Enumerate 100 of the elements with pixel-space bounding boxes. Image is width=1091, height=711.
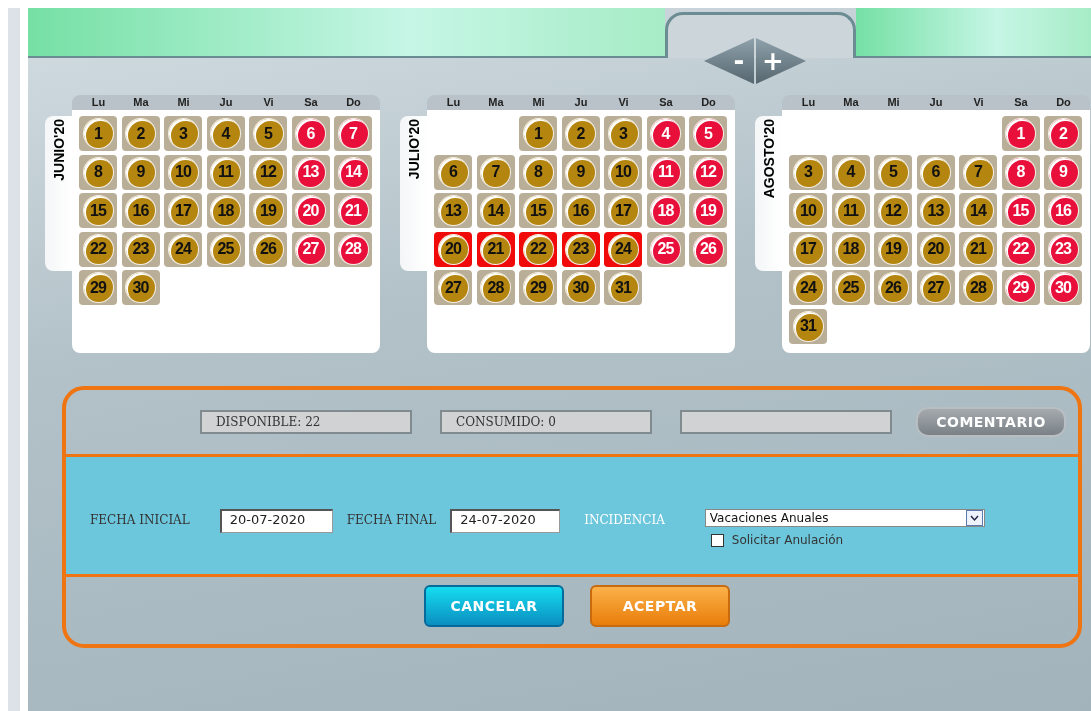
day-cell[interactable]: 26 [249,231,287,267]
day-cell[interactable]: 28 [959,270,997,305]
day-cell[interactable]: 14 [334,154,372,190]
day-cell[interactable]: 1 [79,116,117,151]
day-cell[interactable]: 18 [206,193,245,228]
day-cell[interactable]: 30 [1044,270,1082,305]
day-cell[interactable]: 12 [874,193,912,228]
day-cell[interactable]: 9 [561,154,600,190]
day-cell[interactable]: 7 [334,116,372,151]
day-cell[interactable]: 31 [604,270,642,305]
day-cell[interactable]: 20 [916,231,955,267]
day-cell[interactable]: 10 [789,193,827,228]
day-cell[interactable]: 19 [874,231,912,267]
day-cell[interactable]: 9 [1044,154,1082,190]
day-cell[interactable]: 16 [1044,193,1082,228]
day-cell[interactable]: 21 [959,231,997,267]
day-cell[interactable]: 6 [291,116,330,151]
day-cell[interactable]: 17 [789,231,827,267]
day-cell[interactable]: 28 [476,270,515,305]
day-cell[interactable]: 15 [519,193,557,228]
day-cell[interactable]: 11 [646,154,685,190]
day-cell[interactable]: 30 [121,270,160,305]
day-cell[interactable]: 24 [164,231,202,267]
day-cell[interactable]: 28 [334,231,372,267]
day-cell[interactable]: 2 [1044,116,1082,151]
day-cell[interactable]: 17 [164,193,202,228]
day-cell[interactable]: 1 [519,116,557,151]
day-cell[interactable]: 11 [206,154,245,190]
comment-button[interactable]: COMENTARIO [916,407,1066,437]
day-cell[interactable]: 14 [476,193,515,228]
day-cell[interactable]: 19 [689,193,727,228]
day-cell[interactable]: 20 [434,231,472,267]
day-cell[interactable]: 2 [561,116,600,151]
day-cell[interactable]: 6 [434,154,472,190]
day-cell[interactable]: 12 [249,154,287,190]
day-cell[interactable]: 19 [249,193,287,228]
day-cell[interactable]: 7 [476,154,515,190]
day-cell[interactable]: 11 [831,193,870,228]
day-cell[interactable]: 21 [476,231,515,267]
day-cell[interactable]: 22 [79,231,117,267]
day-cell[interactable]: 4 [831,154,870,190]
day-cell[interactable]: 3 [164,116,202,151]
day-cell[interactable]: 25 [206,231,245,267]
day-cell[interactable]: 26 [689,231,727,267]
day-cell[interactable]: 8 [79,154,117,190]
checkbox[interactable] [710,533,724,547]
day-cell[interactable]: 22 [519,231,557,267]
day-cell[interactable]: 27 [291,231,330,267]
day-cell[interactable]: 10 [604,154,642,190]
date-field[interactable]: 20-07-2020 [219,509,333,533]
day-cell[interactable]: 23 [121,231,160,267]
weekday-label: Sa [658,95,674,110]
day-cell[interactable]: 27 [434,270,472,305]
day-cell[interactable]: 1 [1001,116,1040,151]
day-cell[interactable]: 26 [874,270,912,305]
day-cell[interactable]: 20 [291,193,330,228]
day-cell[interactable]: 9 [121,154,160,190]
day-cell[interactable]: 23 [561,231,600,267]
day-cell[interactable]: 16 [121,193,160,228]
weekday-label: Lu [445,95,462,110]
day-cell[interactable]: 5 [874,154,912,190]
day-cell[interactable]: 8 [519,154,557,190]
day-cell[interactable]: 24 [789,270,827,305]
day-cell[interactable]: 24 [604,231,642,267]
day-cell[interactable]: 6 [916,154,955,190]
day-cell[interactable]: 13 [291,154,330,190]
day-cell[interactable]: 27 [916,270,955,305]
day-cell[interactable]: 15 [1001,193,1040,228]
day-cell[interactable]: 5 [249,116,287,151]
day-cell[interactable]: 7 [959,154,997,190]
day-cell[interactable]: 21 [334,193,372,228]
day-cell[interactable]: 13 [434,193,472,228]
day-cell[interactable]: 16 [561,193,600,228]
day-cell[interactable]: 18 [646,193,685,228]
day-cell[interactable]: 25 [646,231,685,267]
day-cell[interactable]: 29 [519,270,557,305]
day-cell[interactable]: 17 [604,193,642,228]
day-cell[interactable]: 23 [1044,231,1082,267]
day-cell[interactable]: 4 [646,116,685,151]
day-cell[interactable]: 8 [1001,154,1040,190]
day-cell[interactable]: 25 [831,270,870,305]
day-cell[interactable]: 3 [604,116,642,151]
day-cell[interactable]: 5 [689,116,727,151]
date-field[interactable]: 24-07-2020 [450,509,561,533]
day-cell[interactable]: 10 [164,154,202,190]
incident-select[interactable]: Vacaciones Anuales [704,509,985,527]
day-cell[interactable]: 13 [916,193,955,228]
day-cell[interactable]: 4 [206,116,245,151]
day-cell[interactable]: 18 [831,231,870,267]
day-cell[interactable]: 29 [79,270,117,305]
day-cell[interactable]: 30 [561,270,600,305]
day-cell[interactable]: 29 [1001,270,1040,305]
day-cell[interactable]: 31 [789,308,827,344]
day-cell[interactable]: 22 [1001,231,1040,267]
day-cell[interactable]: 2 [121,116,160,151]
day-cell[interactable]: 3 [789,154,827,190]
day-cell[interactable]: 12 [689,154,727,190]
caret-icon[interactable] [965,510,983,526]
day-cell[interactable]: 14 [959,193,997,228]
day-cell[interactable]: 15 [79,193,117,228]
